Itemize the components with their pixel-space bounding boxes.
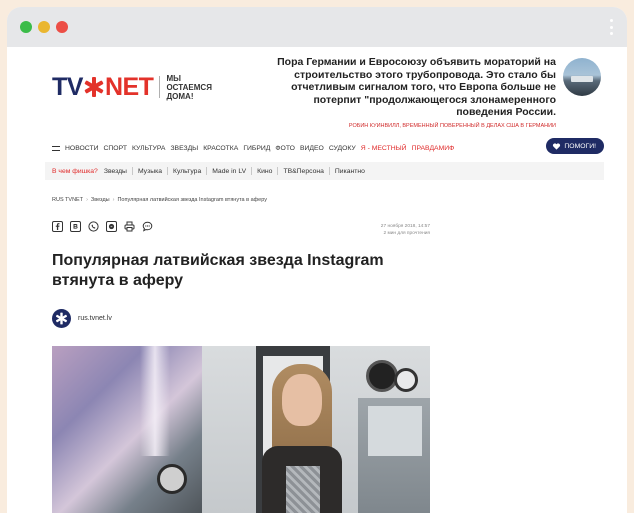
subnav-item-spicy[interactable]: Пикантно xyxy=(335,168,365,175)
breadcrumb: RUS TVNET › Звезды › Популярная латвийск… xyxy=(52,197,267,203)
subnav-divider xyxy=(206,167,208,175)
nav-item-pravdamif[interactable]: ПРАВДАМИФ xyxy=(412,145,455,152)
nav-item-hybrid[interactable]: ГИБРИД xyxy=(243,145,270,152)
article-headline: Популярная латвийская звезда Instagram в… xyxy=(52,252,384,289)
subnav-divider xyxy=(328,167,330,175)
article-photo[interactable] xyxy=(52,346,430,513)
article-read-time: 2 мин для прочтения xyxy=(383,230,430,236)
subnav-item-music[interactable]: Музыка xyxy=(138,168,162,175)
promo-avatar[interactable] xyxy=(563,58,601,96)
subnav-item-stars[interactable]: Звезды xyxy=(104,168,127,175)
breadcrumb-section[interactable]: Звезды xyxy=(91,197,110,203)
facebook-icon[interactable] xyxy=(52,221,63,232)
main-nav: НОВОСТИ СПОРТ КУЛЬТУРА ЗВЕЗДЫ КРАСОТКА Г… xyxy=(52,138,604,156)
site-logo[interactable]: TV NET МЫ ОСТАЕМСЯ ДОМА! xyxy=(52,72,226,102)
nav-item-sport[interactable]: СПОРТ xyxy=(104,145,127,152)
promo-quote[interactable]: Пора Германии и Евросоюзу объявить морат… xyxy=(276,56,556,129)
share-bar xyxy=(52,221,160,232)
vk-icon[interactable] xyxy=(70,221,81,232)
nav-item-beauty[interactable]: КРАСОТКА xyxy=(203,145,238,152)
article-meta: 27 ноября 2018, 14:57 2 мин для прочтени… xyxy=(352,224,430,237)
title-bar xyxy=(7,7,627,47)
author-name: rus.tvnet.lv xyxy=(78,315,112,322)
chevron-right-icon: › xyxy=(86,197,88,203)
nav-item-stars[interactable]: ЗВЕЗДЫ xyxy=(170,145,198,152)
nav-item-video[interactable]: ВИДЕО xyxy=(300,145,324,152)
subnav-divider xyxy=(131,167,133,175)
heart-hands-icon xyxy=(553,142,561,150)
subnav-item-made-in-lv[interactable]: Made in LV xyxy=(212,168,246,175)
promo-text: Пора Германии и Евросоюзу объявить морат… xyxy=(277,56,556,118)
subnav-item-tv-persona[interactable]: TB&Персона xyxy=(283,168,323,175)
nav-item-sudoku[interactable]: СУДОКУ xyxy=(329,145,356,152)
window-button-2[interactable] xyxy=(38,21,50,33)
subnav-item-culture[interactable]: Культура xyxy=(173,168,201,175)
messenger-icon[interactable] xyxy=(106,221,117,232)
article-author[interactable]: rus.tvnet.lv xyxy=(52,309,112,328)
author-logo-icon xyxy=(56,312,67,325)
comments-icon[interactable] xyxy=(142,221,153,232)
breadcrumb-home[interactable]: RUS TVNET xyxy=(52,197,83,203)
subnav-highlight[interactable]: В чем фишка? xyxy=(52,168,98,175)
promo-caption: РОБИН КУИНВИЛЛ, ВРЕМЕННЫЙ ПОВЕРЕННЫЙ В Д… xyxy=(348,122,556,129)
print-icon[interactable] xyxy=(124,221,135,232)
kebab-menu-icon[interactable] xyxy=(610,19,614,35)
author-avatar xyxy=(52,309,71,328)
breadcrumb-current: Популярная латвийская звезда Instagram в… xyxy=(117,197,267,203)
chevron-right-icon: › xyxy=(112,197,115,203)
nav-item-culture[interactable]: КУЛЬТУРА xyxy=(132,145,165,152)
help-button-label: ПОМОГИ! xyxy=(564,142,596,150)
logo-divider xyxy=(159,76,161,98)
logo-asterisk-icon xyxy=(84,77,104,97)
subnav-divider xyxy=(251,167,253,175)
help-button[interactable]: ПОМОГИ! xyxy=(546,138,604,154)
subnav-item-cinema[interactable]: Кино xyxy=(257,168,272,175)
window-button-1[interactable] xyxy=(20,21,32,33)
logo-slogan: МЫ ОСТАЕМСЯ ДОМА! xyxy=(166,73,212,101)
nav-item-local[interactable]: Я - МЕСТНЫЙ xyxy=(361,145,407,152)
subnav-divider xyxy=(277,167,279,175)
sub-nav: В чем фишка? Звезды Музыка Культура Made… xyxy=(45,162,604,180)
window-button-3[interactable] xyxy=(56,21,68,33)
subnav-divider xyxy=(166,167,168,175)
logo-net: NET xyxy=(104,72,154,101)
nav-item-photo[interactable]: ФОТО xyxy=(275,145,295,152)
logo-tv: TV xyxy=(52,72,83,101)
menu-icon[interactable] xyxy=(52,145,60,151)
whatsapp-icon[interactable] xyxy=(88,221,99,232)
nav-item-news[interactable]: НОВОСТИ xyxy=(65,145,99,152)
